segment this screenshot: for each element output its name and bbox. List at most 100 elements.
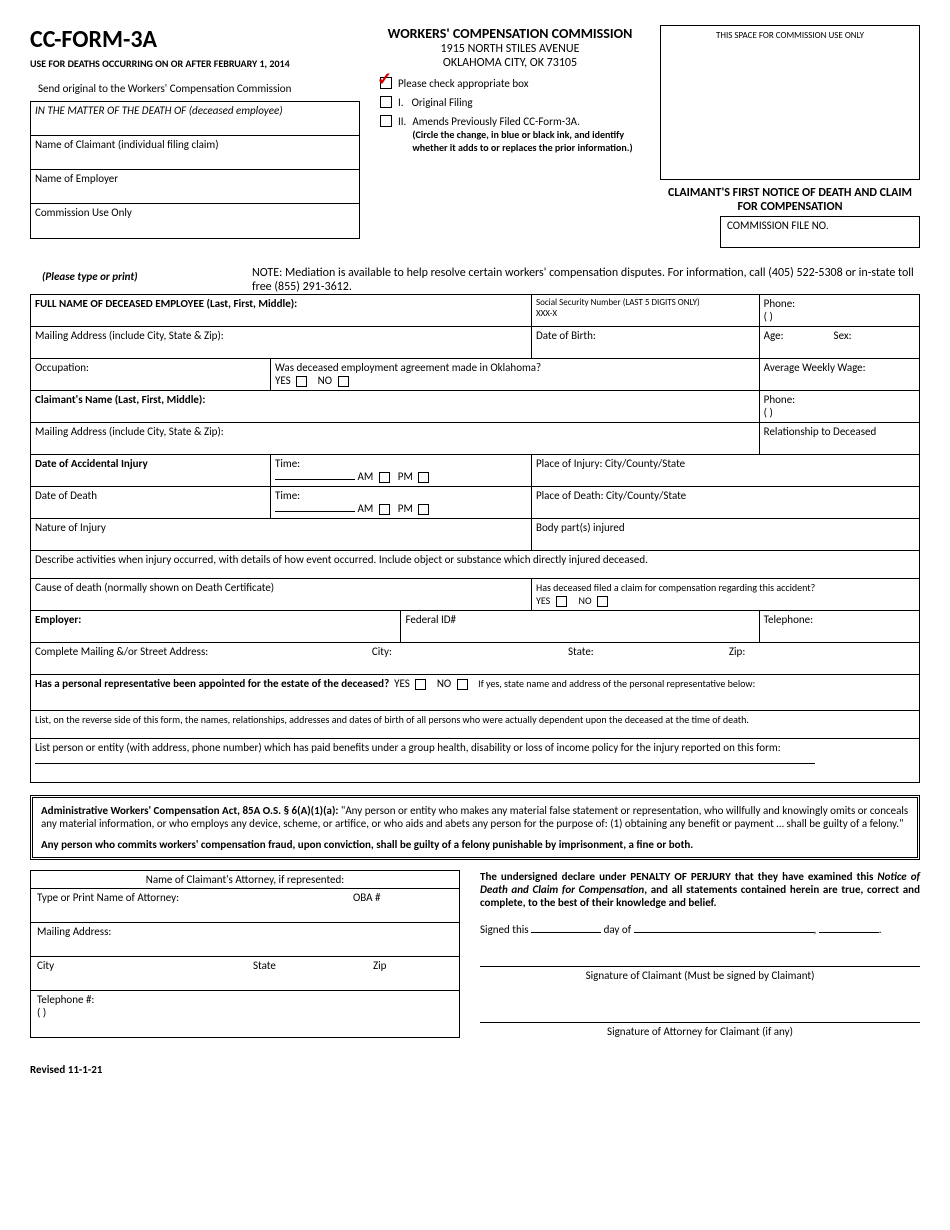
matter-box: IN THE MATTER OF THE DEATH OF (deceased … <box>30 101 360 239</box>
atty-oba-label: OBA # <box>353 891 453 920</box>
opt2-label: Amends Previously Filed CC-Form-3A. <box>412 115 580 128</box>
commission-title: WORKERS' COMPENSATION COMMISSION <box>370 25 650 42</box>
prior-claim-label: Has deceased filed a claim for compensat… <box>536 581 815 594</box>
dob-label: Date of Birth: <box>536 329 596 342</box>
checkbox-death-pm[interactable] <box>418 504 429 515</box>
atty-phone-label: Telephone #: <box>37 993 94 1006</box>
describe-label: Describe activities when injury occurred… <box>35 553 648 566</box>
checkbox-prior-no[interactable] <box>597 596 608 607</box>
sig-attorney[interactable]: Signature of Attorney for Claimant (if a… <box>480 1022 920 1038</box>
matter-employer[interactable]: Name of Employer <box>31 170 359 204</box>
ssn-prefix: XXX-X <box>536 308 557 319</box>
signed-day-input[interactable] <box>531 932 601 933</box>
ok-agreement-label: Was deceased employment agreement made i… <box>275 361 541 374</box>
legal-citation: Administrative Workers' Compensation Act… <box>41 804 338 817</box>
main-form-table: FULL NAME OF DECEASED EMPLOYEE (Last, Fi… <box>30 294 920 783</box>
relationship-label: Relationship to Deceased <box>764 425 877 438</box>
checkbox-rep-no[interactable] <box>457 679 468 690</box>
date-death-label: Date of Death <box>35 489 97 502</box>
yes-label: YES <box>275 374 291 387</box>
perjury-text1: The undersigned declare under PENALTY OF… <box>480 870 877 883</box>
commission-file-no[interactable]: COMMISSION FILE NO. <box>720 216 920 248</box>
ssn-label: Social Security Number (LAST 5 DIGITS ON… <box>536 297 700 308</box>
attorney-box: Name of Claimant's Attorney, if represen… <box>30 870 460 1038</box>
day-of-label: day of <box>604 923 631 936</box>
section-title: CLAIMANT'S FIRST NOTICE OF DEATH AND CLA… <box>660 186 920 214</box>
benefits-label: List person or entity (with address, pho… <box>35 741 781 754</box>
checkbox-ok-no[interactable] <box>338 376 349 387</box>
phone-label: Phone: <box>764 297 795 310</box>
full-name-label: FULL NAME OF DECEASED EMPLOYEE (Last, Fi… <box>35 297 297 310</box>
place-death-label: Place of Death: City/County/State <box>536 489 686 502</box>
time-death-input[interactable] <box>275 511 355 512</box>
checkbox-prior-yes[interactable] <box>556 596 567 607</box>
sig-claimant[interactable]: Signature of Claimant (Must be signed by… <box>480 966 920 982</box>
rep-note-label: If yes, state name and address of the pe… <box>478 677 755 690</box>
checkmark-icon: ✓ <box>377 68 392 90</box>
time-injury-input[interactable] <box>275 479 355 480</box>
body-parts-label: Body part(s) injured <box>536 521 625 534</box>
dependents-label: List, on the reverse side of this form, … <box>35 713 749 726</box>
place-injury-label: Place of Injury: City/County/State <box>536 457 685 470</box>
checkbox-amends[interactable] <box>380 115 392 127</box>
claimant-phone-paren[interactable]: ( ) <box>764 406 773 419</box>
form-subtitle: USE FOR DEATHS OCCURRING ON OR AFTER FEB… <box>30 57 360 70</box>
rep-no: NO <box>437 677 451 690</box>
date-injury-label: Date of Accidental Injury <box>35 457 148 470</box>
opt2-num: II. <box>398 115 406 128</box>
form-title: CC-FORM-3A <box>30 25 360 54</box>
checkbox-original-filing[interactable] <box>380 96 392 108</box>
complete-addr-label: Complete Mailing &/or Street Address: <box>35 645 369 658</box>
checkbox-ok-yes[interactable] <box>296 376 307 387</box>
check-appropriate-box: ✓ <box>380 77 392 89</box>
cause-death-label: Cause of death (normally shown on Death … <box>35 581 274 594</box>
atty-city-label: City <box>37 959 253 988</box>
checkbox-injury-pm[interactable] <box>418 472 429 483</box>
claimant-mailing-label: Mailing Address (include City, State & Z… <box>35 425 224 438</box>
no-label: NO <box>318 374 332 387</box>
opt2-note: (Circle the change, in blue or black ink… <box>412 128 632 154</box>
atty-mailing-label: Mailing Address: <box>37 925 111 954</box>
prior-no: NO <box>579 594 592 607</box>
pm-label: PM <box>398 470 413 483</box>
fed-id-label: Federal ID# <box>405 613 456 626</box>
commission-use-box: THIS SPACE FOR COMMISSION USE ONLY <box>660 25 920 180</box>
checkbox-injury-am[interactable] <box>379 472 390 483</box>
checkbox-death-am[interactable] <box>379 504 390 515</box>
phone-paren[interactable]: ( ) <box>764 310 773 323</box>
signed-label: Signed this <box>480 923 529 936</box>
time-death-label: Time: <box>275 489 300 502</box>
atty-phone-paren[interactable]: ( ) <box>37 1006 46 1019</box>
avg-wage-label: Average Weekly Wage: <box>764 361 866 374</box>
rep-yes: YES <box>394 677 410 690</box>
mailing-label: Mailing Address (include City, State & Z… <box>35 329 224 342</box>
employer-label: Employer: <box>35 613 81 626</box>
emp-city-label: City: <box>372 645 566 658</box>
time-injury-label: Time: <box>275 457 300 470</box>
emp-zip-label: Zip: <box>729 645 745 658</box>
signed-year-input[interactable] <box>819 932 879 933</box>
atty-name-label: Type or Print Name of Attorney: <box>37 891 353 920</box>
matter-death-of[interactable]: IN THE MATTER OF THE DEATH OF (deceased … <box>31 102 359 136</box>
signed-month-input[interactable] <box>634 932 814 933</box>
opt1-num: I. <box>398 96 404 109</box>
commission-addr1: 1915 NORTH STILES AVENUE <box>370 42 650 56</box>
revised-date: Revised 11-1-21 <box>30 1063 920 1076</box>
fraud-warning: Any person who commits workers' compensa… <box>41 838 693 851</box>
atty-header: Name of Claimant's Attorney, if represen… <box>31 871 459 889</box>
age-label: Age: <box>764 329 784 342</box>
telephone-label: Telephone: <box>764 613 813 626</box>
emp-state-label: State: <box>568 645 726 658</box>
check-label: Please check appropriate box <box>398 77 650 90</box>
perjury-box: The undersigned declare under PENALTY OF… <box>480 870 920 1038</box>
commission-addr2: OKLAHOMA CITY, OK 73105 <box>370 56 650 70</box>
prior-yes: YES <box>536 594 550 607</box>
claimant-name-label: Claimant's Name (Last, First, Middle): <box>35 393 205 406</box>
nature-label: Nature of Injury <box>35 521 106 534</box>
matter-claimant[interactable]: Name of Claimant (individual filing clai… <box>31 136 359 170</box>
occupation-label: Occupation: <box>35 361 89 374</box>
checkbox-rep-yes[interactable] <box>415 679 426 690</box>
atty-state-label: State <box>253 959 373 988</box>
matter-commission-use: Commission Use Only <box>31 204 359 238</box>
benefits-input[interactable] <box>35 763 815 764</box>
